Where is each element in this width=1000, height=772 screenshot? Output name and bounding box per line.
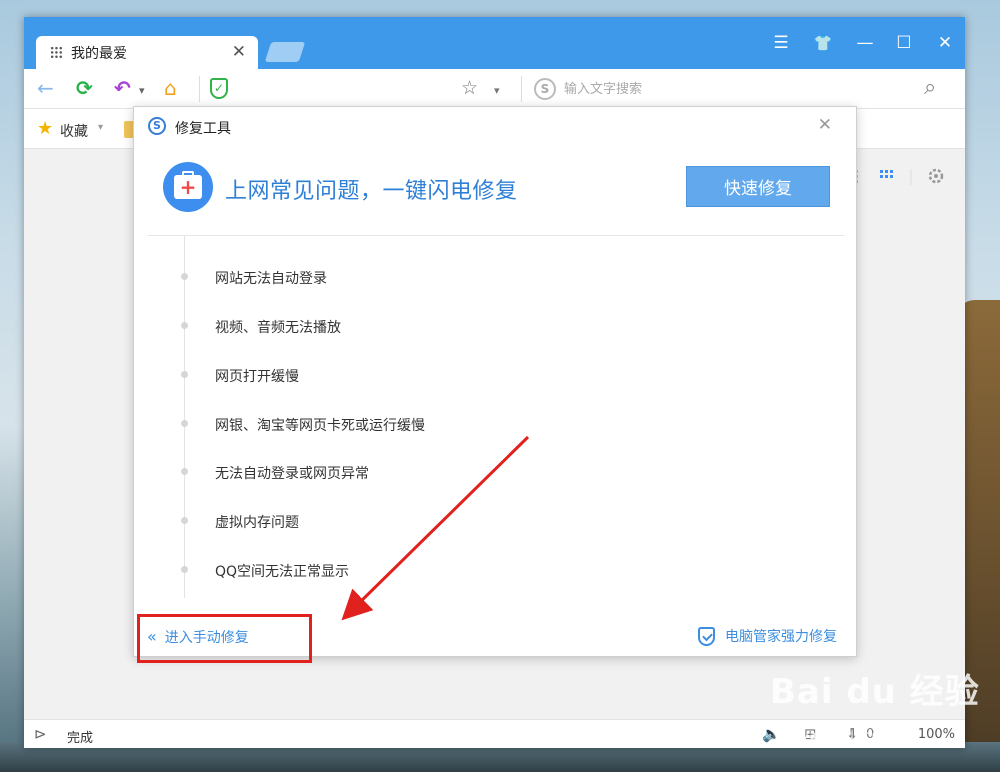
baidu-watermark-url: jingyan.baidu.com <box>780 728 891 742</box>
baidu-watermark: Bai du 经验 <box>770 672 980 712</box>
annotation-arrow <box>341 435 530 621</box>
